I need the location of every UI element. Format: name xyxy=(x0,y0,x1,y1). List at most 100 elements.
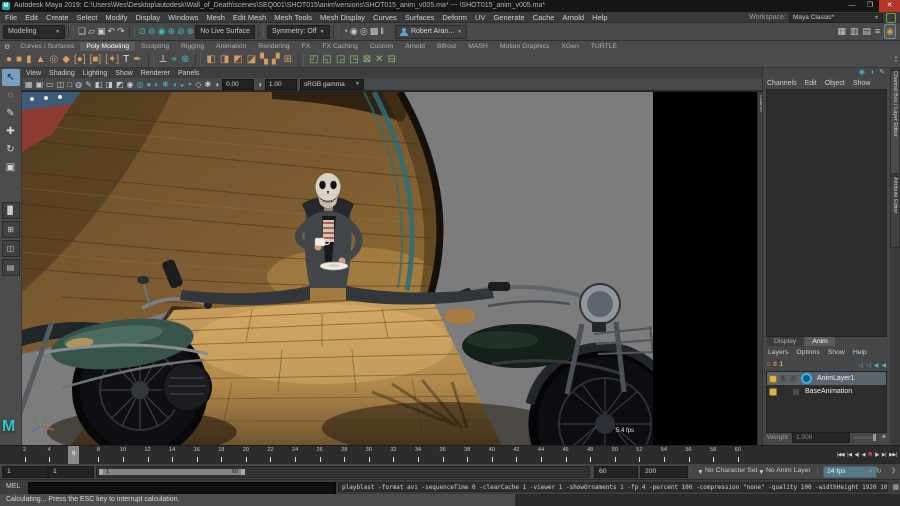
snap-to-curves-icon[interactable]: ⊚ xyxy=(148,25,156,38)
bridge-icon[interactable]: ◲ xyxy=(336,52,345,67)
bevel-icon[interactable]: ◱ xyxy=(322,52,331,67)
channel-box-menu-edit[interactable]: Edit xyxy=(805,80,817,87)
zero-weight-layer-icon[interactable]: 0 xyxy=(773,362,776,368)
shelf-gear-icon[interactable]: ⚙ xyxy=(4,43,10,51)
range-slider-track[interactable]: 1 60 xyxy=(96,466,590,478)
image-plane-icon[interactable]: □ xyxy=(67,79,72,90)
shelf-scroll-arrows[interactable]: ▲ ▼ xyxy=(894,55,898,63)
save-scene-icon[interactable]: ▣ xyxy=(97,25,106,38)
anim-layer-selector[interactable]: No Anim Layer xyxy=(766,467,811,474)
workspace-value[interactable]: Maya Classic* xyxy=(793,14,834,22)
layer-state-box[interactable] xyxy=(792,387,800,396)
paint-select-tool[interactable]: ✎ xyxy=(2,105,20,122)
menu-curves[interactable]: Curves xyxy=(373,13,397,22)
command-language-toggle[interactable]: MEL xyxy=(6,483,20,490)
select-by-name-icon[interactable]: ◑ xyxy=(870,68,874,78)
command-input[interactable] xyxy=(28,482,336,494)
shelf-tab-rendering[interactable]: Rendering xyxy=(252,42,295,51)
boolean-difference-icon[interactable]: ◪ xyxy=(247,52,256,67)
ambient-occlusion-icon[interactable]: ◒ xyxy=(180,79,185,90)
shelf-tab-poly-modeling[interactable]: Poly Modeling xyxy=(80,42,136,51)
layer-ghost-icon[interactable]: ∅ xyxy=(789,374,797,383)
ipr-render-icon[interactable]: ◎ xyxy=(360,25,368,38)
menu-display[interactable]: Display xyxy=(136,13,161,22)
current-frame-marker[interactable]: 6 xyxy=(68,446,80,464)
polygon-cube-icon[interactable]: ■ xyxy=(16,52,22,67)
snap-to-view-planes-icon[interactable]: ⊘ xyxy=(177,25,185,38)
weight-slider[interactable] xyxy=(854,434,877,441)
panel-menu-lighting[interactable]: Lighting xyxy=(83,70,108,77)
layer-keying-icon[interactable]: K xyxy=(779,374,787,383)
interactive-plane-icon[interactable]: [✦] xyxy=(105,52,119,67)
render-settings-icon[interactable]: ▩ xyxy=(370,25,379,38)
menu-file[interactable]: File xyxy=(5,13,17,22)
film-gate-icon[interactable]: ◧ xyxy=(95,79,103,90)
shelf-tab-mash[interactable]: MASH xyxy=(462,42,494,51)
symmetry-field[interactable]: Symmetry: Off ▼ xyxy=(267,24,330,39)
menu-modify[interactable]: Modify xyxy=(105,13,127,22)
anim-layer-row[interactable]: BaseAnimation xyxy=(767,385,886,398)
panel-menu-shading[interactable]: Shading xyxy=(49,70,75,77)
move-tool[interactable]: ✚ xyxy=(2,123,20,140)
layer-editor-menu-help[interactable]: Help xyxy=(853,349,867,356)
single-pane-layout-button[interactable]: ▉ xyxy=(1,202,20,219)
shelf-tab-xgen[interactable]: XGen xyxy=(555,42,584,51)
go-to-playback-start-button[interactable]: |◀◀ xyxy=(835,448,846,462)
shelf-tab-turtle[interactable]: TURTLE xyxy=(585,42,623,51)
merge-vertices-icon[interactable]: ⊠ xyxy=(363,52,371,67)
modeling-toolkit-icon[interactable]: ▦ xyxy=(837,25,846,38)
gate-mask-icon[interactable]: ◩ xyxy=(116,79,124,90)
extrude-icon[interactable]: ◰ xyxy=(309,52,318,67)
gamma-icon[interactable]: ◑ xyxy=(214,79,219,90)
view-transform-selector[interactable]: sRGB gamma ▼ xyxy=(299,78,364,90)
step-forward-one-frame-button[interactable]: ▶| xyxy=(880,448,887,462)
shelf-tab-motion-graphics[interactable]: Motion Graphics xyxy=(494,42,556,51)
polygon-sphere-icon[interactable]: ● xyxy=(6,52,12,67)
camera-attributes-icon[interactable]: ▭ xyxy=(46,79,54,90)
exposure-field[interactable]: 0.00 xyxy=(222,78,255,90)
solo-layer-icon[interactable]: ◁ xyxy=(866,362,871,369)
open-scene-icon[interactable]: ▱ xyxy=(88,25,95,38)
close-button[interactable]: ✕ xyxy=(879,0,900,12)
menu-cache[interactable]: Cache xyxy=(533,13,555,22)
menu-arnold[interactable]: Arnold xyxy=(562,13,584,22)
range-slider-bar[interactable]: 1 60 xyxy=(99,469,245,475)
snap-to-grids-icon[interactable]: ⊙ xyxy=(139,25,147,38)
menu-deform[interactable]: Deform xyxy=(442,13,467,22)
shelf-tab-sculpting[interactable]: Sculpting xyxy=(135,42,175,51)
menu-surfaces[interactable]: Surfaces xyxy=(405,13,435,22)
playback-speed-selector[interactable]: 24 fps ▼ xyxy=(823,466,877,478)
playback-start-field[interactable]: 1 xyxy=(48,466,94,478)
shelf-tab-custom[interactable]: Custom xyxy=(364,42,399,51)
script-editor-icon[interactable]: ▦ xyxy=(892,483,899,491)
menu-edit-mesh[interactable]: Edit Mesh xyxy=(233,13,266,22)
menu-help[interactable]: Help xyxy=(592,13,607,22)
mirror-icon[interactable]: ▞ xyxy=(272,52,280,67)
lasso-select-tool[interactable]: ◌ xyxy=(2,87,20,104)
wireframe-icon[interactable]: ◎ xyxy=(136,79,143,90)
four-pane-layout-button[interactable]: ⊞ xyxy=(1,221,20,238)
panel-menu-renderer[interactable]: Renderer xyxy=(141,70,170,77)
render-current-frame-icon[interactable]: ◉ xyxy=(350,25,358,38)
panel-menu-panels[interactable]: Panels xyxy=(178,70,199,77)
workspace-lock-icon[interactable] xyxy=(886,12,896,23)
channel-box-menu-show[interactable]: Show xyxy=(853,80,871,87)
channel-box-menu-object[interactable]: Object xyxy=(825,80,845,87)
menu-select[interactable]: Select xyxy=(77,13,98,22)
gamma-field[interactable]: 1.00 xyxy=(264,78,297,90)
svg-tool-icon[interactable]: ✒ xyxy=(133,52,141,67)
viewport-scene[interactable] xyxy=(22,92,653,446)
lock-camera-icon[interactable]: ▣ xyxy=(36,79,44,90)
shadows-icon[interactable]: ◑ xyxy=(172,79,177,90)
signed-in-user-button[interactable]: Robert Aran... ▼ xyxy=(394,24,468,39)
character-set-selector[interactable]: No Character Set xyxy=(705,467,758,474)
snap-to-points-icon[interactable]: ◉ xyxy=(158,25,166,38)
ghost-layer-icon[interactable]: ◀ xyxy=(874,362,879,369)
shelf-tab-curves-surfaces[interactable]: Curves / Surfaces xyxy=(14,42,80,51)
resolution-gate-icon[interactable]: ◨ xyxy=(105,79,113,90)
panel-menu-show[interactable]: Show xyxy=(115,70,133,77)
use-all-lights-icon[interactable]: ❋ xyxy=(162,79,169,90)
menu-set-selector[interactable]: Modeling ▼ xyxy=(3,24,65,39)
full-weight-layer-icon[interactable]: 1 xyxy=(780,362,783,368)
shelf-tab-bifrost[interactable]: Bifrost xyxy=(431,42,462,51)
